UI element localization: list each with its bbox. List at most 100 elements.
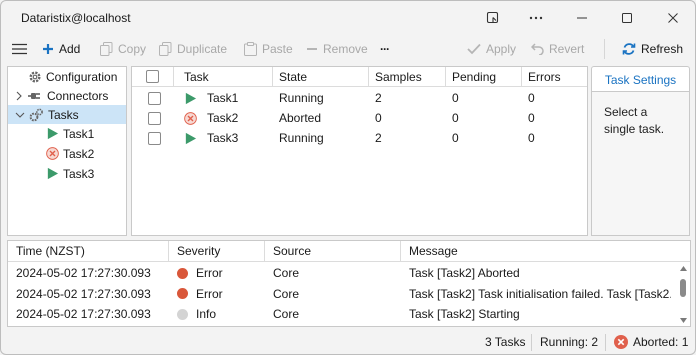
log-message-cell: Task [Task2] Task initialisation failed.… [409,284,671,304]
log-source: Core [273,286,300,301]
status-aborted-count[interactable]: Aborted: 1 [614,330,688,354]
log-row[interactable]: 2024-05-02 17:27:30.093 Info Core Task [Tas… [8,304,674,324]
tab-task-settings[interactable]: Task Settings [591,66,690,92]
table-row[interactable]: Task3 Running 2 0 0 [132,128,587,148]
title-bar[interactable]: Dataristix@localhost [1,1,695,35]
log-source-cell: Core [273,304,299,324]
task-grid: Task State Samples Pending Errors Task1 R… [131,66,588,236]
paste-label: Paste [262,42,293,56]
window-more-button[interactable] [513,1,559,35]
table-row[interactable]: Task2 Aborted 0 0 0 [132,108,587,128]
log-header-time[interactable]: Time (NZST) [8,241,169,262]
log-header-severity[interactable]: Severity [169,241,265,262]
log-severity-cell: Info [177,304,216,324]
scrollbar-thumb[interactable] [680,279,686,297]
task-name: Task2 [207,111,239,125]
pin-window-button[interactable] [470,1,516,35]
log-header-message[interactable]: Message [401,241,690,262]
info-dot-icon [177,308,188,320]
status-running-count: Running: 2 [540,330,598,354]
pending-value: 0 [452,91,459,105]
error-dot-icon [177,267,188,279]
tree-item-task[interactable]: Task1 [46,124,94,143]
scroll-up-icon[interactable] [680,266,687,271]
task-name-cell: Task2 [184,108,238,128]
select-all-header [132,67,174,87]
tree-item-label: Connectors [47,88,109,103]
samples-value: 2 [375,91,382,105]
errors-value: 0 [528,111,535,125]
hamburger-menu-button[interactable] [12,40,27,58]
task-name: Task3 [207,131,239,145]
task-settings-body: Select a single task. [591,91,690,236]
chevron-right-icon[interactable] [15,91,23,101]
column-header-task[interactable]: Task [174,67,273,87]
remove-button[interactable]: Remove [306,40,368,58]
close-window-button[interactable] [650,1,695,35]
tab-label: Task Settings [604,72,677,87]
revert-button[interactable]: Revert [531,40,584,58]
tree-item-configuration[interactable]: Configuration [28,67,117,86]
add-button[interactable]: Add [42,40,80,58]
column-header-state[interactable]: State [273,67,369,87]
log-severity: Info [196,307,217,321]
minimize-icon [577,17,587,19]
task-name-cell: Task1 [184,88,238,108]
apply-button[interactable]: Apply [467,40,516,58]
column-header-pending[interactable]: Pending [446,67,522,87]
undo-icon [531,43,544,55]
app-window: Dataristix@localhost Add Copy Duplicate … [0,0,696,355]
gears-icon [29,108,43,121]
state-value: Running [279,91,324,105]
column-header-label: Errors [528,69,561,84]
refresh-label: Refresh [641,42,684,56]
checkmark-icon [467,43,481,55]
status-bar: 3 Tasks Running: 2 Aborted: 1 [1,330,695,354]
log-header-source[interactable]: Source [265,241,401,262]
duplicate-button[interactable]: Duplicate [159,40,227,58]
maximize-button[interactable] [604,1,650,35]
task-settings-panel: Task Settings Select a single task. [591,66,690,236]
log-row[interactable]: 2024-05-02 17:27:30.093 Error Core Task [Ta… [8,284,674,304]
pending-cell: 0 [452,88,459,108]
tree-item-label: Task2 [63,146,95,161]
log-scrollbar[interactable] [677,263,690,326]
task-name: Task1 [207,91,239,105]
tree-item-tasks[interactable]: Tasks [8,105,126,124]
row-checkbox[interactable] [148,91,161,105]
status-separator [531,334,532,351]
state-cell: Running [279,88,324,108]
column-header-errors[interactable]: Errors [522,67,587,87]
minimize-button[interactable] [559,1,605,35]
duplicate-icon [159,42,172,56]
table-row[interactable]: Task1 Running 2 0 0 [132,88,587,108]
column-header-samples[interactable]: Samples [369,67,446,87]
select-all-checkbox[interactable] [146,70,159,83]
samples-cell: 2 [375,88,382,108]
minus-icon [307,48,317,50]
scroll-down-icon[interactable] [680,318,687,323]
column-header-label: Samples [375,69,422,84]
copy-icon [100,42,113,56]
log-time: 2024-05-02 17:27:30.093 [16,286,151,301]
row-checkbox[interactable] [148,131,161,145]
log-source: Core [273,266,300,280]
tree-item-label: Task1 [63,126,95,141]
paste-button[interactable]: Paste [244,40,293,58]
status-text: 3 Tasks [485,335,526,349]
log-time: 2024-05-02 17:27:30.093 [16,307,151,321]
copy-button[interactable]: Copy [100,40,146,58]
row-checkbox[interactable] [148,111,161,125]
tree-item-task[interactable]: Task3 [46,164,94,183]
tree-item-task[interactable]: Task2 [46,144,94,163]
chevron-down-icon[interactable] [15,111,25,119]
log-severity-cell: Error [177,263,223,283]
refresh-button[interactable]: Refresh [622,40,683,58]
column-header-label: Source [273,244,312,258]
log-row[interactable]: 2024-05-02 17:27:30.093 Error Core Task [Ta… [8,263,674,283]
tree-item-connectors[interactable]: Connectors [15,86,108,105]
toolbar-more-button[interactable]: ··· [380,40,390,58]
play-icon [185,132,197,144]
log-source-cell: Core [273,284,299,304]
tree-item-label: Tasks [48,107,79,122]
